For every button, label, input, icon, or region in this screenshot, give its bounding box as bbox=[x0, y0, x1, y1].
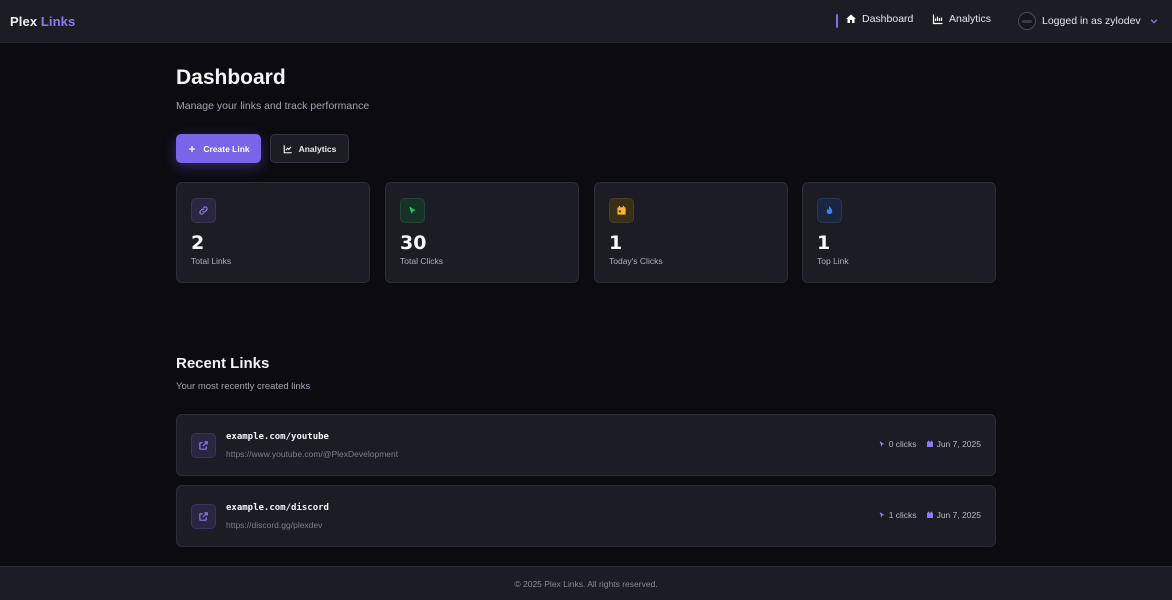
analytics-button-label: Analytics bbox=[298, 143, 337, 154]
create-link-label: Create Link bbox=[203, 143, 250, 154]
short-url[interactable]: example.com/youtube bbox=[226, 432, 329, 442]
brand-name-part2: Links bbox=[40, 14, 76, 29]
brand-logo[interactable]: Plex Links bbox=[10, 14, 75, 29]
user-menu[interactable]: Logged in as zylodev bbox=[1018, 12, 1159, 30]
target-url: https://discord.gg/plexdev bbox=[226, 520, 323, 530]
stat-label: Top Link bbox=[817, 256, 849, 266]
recent-links-subtitle: Your most recently created links bbox=[176, 381, 311, 392]
stat-value: 1 bbox=[609, 232, 623, 254]
nav-analytics-label: Analytics bbox=[949, 13, 992, 25]
stat-value: 30 bbox=[400, 232, 427, 254]
stat-label: Today's Clicks bbox=[609, 256, 663, 266]
avatar bbox=[1018, 12, 1036, 30]
external-link-icon[interactable] bbox=[191, 433, 216, 458]
create-link-button[interactable]: Create Link bbox=[176, 134, 261, 163]
click-count: 0 clicks bbox=[878, 439, 917, 449]
stat-icon-box bbox=[817, 198, 842, 223]
nav-dashboard-label: Dashboard bbox=[862, 13, 914, 25]
stat-icon-box bbox=[609, 198, 634, 223]
user-label: Logged in as zylodev bbox=[1042, 15, 1141, 27]
target-url: https://www.youtube.com/@PlexDevelopment bbox=[226, 449, 399, 459]
stat-icon-box bbox=[400, 198, 425, 223]
fire-icon bbox=[826, 205, 833, 215]
list-item[interactable]: example.com/youtube https://www.youtube.… bbox=[176, 414, 996, 476]
footer-copyright: © 2025 Plex Links. All rights reserved. bbox=[514, 578, 658, 589]
created-date: Jun 7, 2025 bbox=[926, 439, 981, 449]
external-link-icon[interactable] bbox=[191, 504, 216, 529]
link-meta: 1 clicks Jun 7, 2025 bbox=[878, 510, 981, 520]
created-date-label: Jun 7, 2025 bbox=[936, 439, 981, 449]
analytics-button[interactable]: Analytics bbox=[270, 134, 349, 163]
top-navbar: Plex Links Dashboard Analytics Logged in… bbox=[0, 0, 1172, 43]
calendar-icon bbox=[926, 511, 933, 518]
footer: © 2025 Plex Links. All rights reserved. bbox=[0, 566, 1172, 600]
click-count-label: 1 clicks bbox=[888, 510, 917, 520]
stat-card-total-clicks: 30 Total Clicks bbox=[385, 182, 579, 283]
brand-name-part1: Plex bbox=[10, 14, 38, 29]
stat-label: Total Links bbox=[191, 256, 232, 266]
created-date: Jun 7, 2025 bbox=[926, 510, 981, 520]
home-icon bbox=[846, 14, 856, 23]
stat-value: 2 bbox=[191, 232, 205, 254]
click-count: 1 clicks bbox=[878, 510, 917, 520]
short-url[interactable]: example.com/discord bbox=[226, 503, 329, 513]
chart-line-icon bbox=[283, 144, 292, 153]
calendar-icon bbox=[617, 205, 626, 215]
link-icon bbox=[199, 206, 208, 215]
created-date-label: Jun 7, 2025 bbox=[936, 510, 981, 520]
stat-icon-box bbox=[191, 198, 216, 223]
calendar-icon bbox=[926, 440, 933, 447]
nav-analytics[interactable]: Analytics bbox=[932, 13, 991, 25]
chevron-down-icon bbox=[1150, 19, 1158, 24]
nav-dashboard[interactable]: Dashboard bbox=[845, 13, 913, 25]
active-nav-indicator bbox=[836, 14, 838, 28]
list-item[interactable]: example.com/discord https://discord.gg/p… bbox=[176, 485, 996, 547]
page-title: Dashboard bbox=[176, 66, 286, 89]
stat-label: Total Clicks bbox=[400, 256, 443, 266]
cursor-icon bbox=[409, 206, 416, 215]
cursor-icon bbox=[879, 512, 885, 518]
plus-icon bbox=[189, 145, 196, 152]
stat-card-todays-clicks: 1 Today's Clicks bbox=[594, 182, 788, 283]
stat-card-total-links: 2 Total Links bbox=[176, 182, 370, 283]
stat-value: 1 bbox=[817, 232, 831, 254]
click-count-label: 0 clicks bbox=[888, 439, 917, 449]
page-subtitle: Manage your links and track performance bbox=[176, 100, 370, 112]
cursor-icon bbox=[879, 441, 885, 447]
link-meta: 0 clicks Jun 7, 2025 bbox=[878, 439, 981, 449]
chart-icon bbox=[932, 14, 943, 25]
stat-card-top-link: 1 Top Link bbox=[802, 182, 996, 283]
recent-links-title: Recent Links bbox=[176, 355, 270, 372]
